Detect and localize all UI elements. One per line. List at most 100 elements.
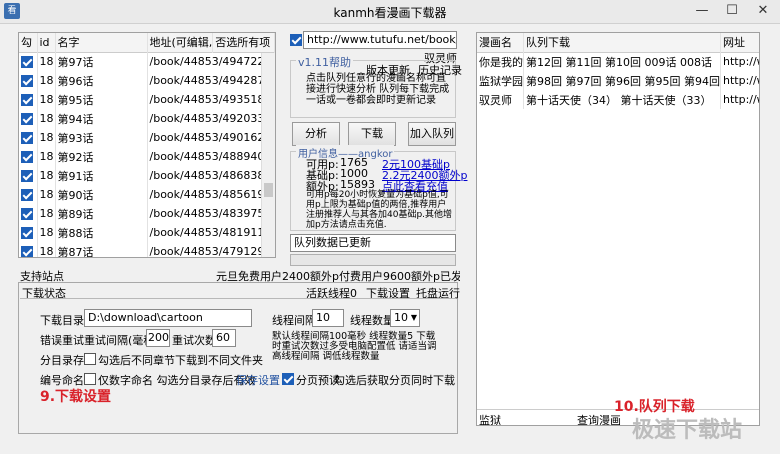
chapter-id: 18 [37, 147, 56, 166]
thread-count-value: 10 [394, 311, 408, 324]
url-enabled-checkbox[interactable] [290, 33, 302, 46]
chapter-row[interactable]: 18 第90话 /book/44853/485619/ [19, 185, 275, 204]
chapter-id: 18 [37, 109, 56, 128]
retry-count-label: 重试次数 [172, 334, 216, 347]
chapter-path[interactable]: /book/44853/490162/ [147, 128, 275, 147]
retry-count-input[interactable]: 60 [212, 329, 236, 347]
chapter-path[interactable]: /book/44853/488940/ [147, 147, 275, 166]
chapter-name: 第97话 [55, 52, 148, 71]
chapter-path[interactable]: /book/44853/485619/ [147, 185, 275, 204]
chapter-row[interactable]: 18 第96话 /book/44853/494287/ [19, 71, 275, 90]
chapter-path[interactable]: /book/44853/494287/ [147, 71, 275, 90]
add-queue-button[interactable]: 加入队列 [408, 122, 456, 146]
chapter-row[interactable]: 18 第91话 /book/44853/486838/ [19, 166, 275, 185]
chapter-checkbox[interactable] [19, 109, 38, 128]
subdir-checkbox[interactable] [84, 352, 96, 365]
queue-status-field: 队列数据已更新 [290, 234, 456, 252]
retry-label: 错误重试 [40, 334, 84, 347]
chapter-path[interactable]: /book/44853/481911/ [147, 223, 275, 242]
col-url[interactable]: 网址 [720, 33, 759, 52]
download-dir-input[interactable]: D:\download\cartoon [84, 309, 252, 327]
queue-row[interactable]: 监狱学园 第98回 第97回 第96回 第95回 第94回 http://www… [477, 71, 759, 90]
queue-row[interactable]: 驭灵师 第十话天使（34） 第十话天使（33） http://www. [477, 90, 759, 109]
chapter-row[interactable]: 18 第93话 /book/44853/490162/ [19, 128, 275, 147]
col-comic-name[interactable]: 漫画名 [477, 33, 524, 52]
chapter-path[interactable]: /book/44853/493518/ [147, 90, 275, 109]
download-settings-caption: 9.下载设置 [40, 389, 112, 405]
save-settings-button[interactable]: 保存设置 [236, 372, 280, 388]
chapter-path[interactable]: /book/44853/494722/ [147, 52, 275, 71]
chapter-checkbox[interactable] [19, 52, 38, 71]
chapter-checkbox[interactable] [19, 242, 38, 257]
chapter-id: 18 [37, 185, 56, 204]
minimize-button[interactable]: — [688, 0, 716, 22]
col-check[interactable]: 勾 [19, 33, 38, 52]
window-title: kanmh看漫画下载器 [333, 6, 447, 20]
scrollbar-thumb[interactable] [264, 183, 273, 197]
queue-comic-name[interactable]: 你是我的 [477, 52, 524, 71]
maximize-button[interactable]: ☐ [718, 0, 746, 22]
queue-url: http://www. [720, 71, 759, 90]
chevron-down-icon: ▼ [410, 313, 417, 322]
chapter-row[interactable]: 18 第92话 /book/44853/488940/ [19, 147, 275, 166]
chapter-path[interactable]: /book/44853/483975/ [147, 204, 275, 223]
queue-comic-name[interactable]: 驭灵师 [477, 90, 524, 109]
col-queue-chapters[interactable]: 队列下载 [523, 33, 721, 52]
chapter-name: 第96话 [55, 71, 148, 90]
chapter-row[interactable]: 18 第94话 /book/44853/492033/ [19, 109, 275, 128]
subdir-check-label: 勾选后不同章节下载到不同文件夹 [98, 354, 263, 367]
chapter-name: 第94话 [55, 109, 148, 128]
chapter-checkbox[interactable] [19, 223, 38, 242]
chapter-name: 第95话 [55, 90, 148, 109]
chapter-scrollbar[interactable] [261, 53, 275, 257]
retry-interval-input[interactable]: 2000 [146, 329, 170, 347]
queue-chapters: 第十话天使（34） 第十话天使（33） [523, 90, 721, 109]
chapter-name: 第88话 [55, 223, 148, 242]
close-button[interactable]: ✕ [748, 0, 778, 22]
chapter-checkbox[interactable] [19, 185, 38, 204]
chapter-row[interactable]: 18 第95话 /book/44853/493518/ [19, 90, 275, 109]
col-id[interactable]: id [37, 33, 56, 52]
chapter-name: 第87话 [55, 242, 148, 257]
chapter-id: 18 [37, 71, 56, 90]
download-button[interactable]: 下载 [348, 122, 396, 146]
col-select-all[interactable]: 否选所有项 [212, 33, 275, 52]
chapter-name: 第91话 [55, 166, 148, 185]
pre-read-checkbox[interactable] [282, 372, 294, 385]
thread-note: 默认线程间隔100毫秒 线程数量5 下载时重试次数过多受电脑配置低 请适当调高线… [272, 331, 437, 362]
chapter-checkbox[interactable] [19, 204, 38, 223]
chapter-checkbox[interactable] [19, 71, 38, 90]
chapter-row[interactable]: 18 第88话 /book/44853/481911/ [19, 223, 275, 242]
subdir-label: 分目录存 [40, 354, 84, 367]
chapter-path[interactable]: /book/44853/492033/ [147, 109, 275, 128]
chapter-row[interactable]: 18 第87话 /book/44853/479129/ [19, 242, 275, 257]
pre-read-note: 勾选后获取分页同时下载 [334, 374, 455, 387]
thread-count-select[interactable]: 10 ▼ [390, 309, 420, 327]
queue-row[interactable]: 你是我的 第12回 第11回 第10回 009话 008话 http://www… [477, 52, 759, 71]
chapter-row[interactable]: 18 第97话 /book/44853/494722/ [19, 52, 275, 71]
queue-search-input[interactable]: 监狱 [479, 412, 501, 425]
queue-comic-name[interactable]: 监狱学园 [477, 71, 524, 90]
thread-interval-input[interactable]: 10 [312, 309, 344, 327]
col-path[interactable]: 地址(可编辑, [147, 33, 214, 52]
chapter-checkbox[interactable] [19, 90, 38, 109]
chapter-row[interactable]: 18 第89话 /book/44853/483975/ [19, 204, 275, 223]
numeric-only-label: 仅数字命名 勾选分目录存后有效 [98, 374, 256, 387]
numeric-only-checkbox[interactable] [84, 372, 96, 385]
chapter-checkbox[interactable] [19, 147, 38, 166]
chapter-list[interactable]: 勾 id 名字 地址(可编辑, 否选所有项 18 第97话 /book/4485… [18, 32, 276, 258]
chapter-path[interactable]: /book/44853/479129/ [147, 242, 275, 257]
watermark: 极速下载站 [632, 418, 743, 443]
queue-url: http://www. [720, 52, 759, 71]
help-title: v1.11帮助 [296, 54, 354, 70]
chapter-checkbox[interactable] [19, 128, 38, 147]
download-queue-list[interactable]: 漫画名 队列下载 网址 返回 地址 你是我的 第12回 第11回 第10回 00… [476, 32, 760, 426]
chapter-checkbox[interactable] [19, 166, 38, 185]
divider [20, 298, 456, 299]
thread-interval-label: 线程间隔 [272, 314, 316, 327]
chapter-path[interactable]: /book/44853/486838/ [147, 166, 275, 185]
col-name[interactable]: 名字 [55, 33, 148, 52]
analyze-button[interactable]: 分析 [292, 122, 340, 146]
url-input[interactable]: http://www.tutufu.net/book/44853 [303, 31, 457, 49]
chapter-id: 18 [37, 52, 56, 71]
